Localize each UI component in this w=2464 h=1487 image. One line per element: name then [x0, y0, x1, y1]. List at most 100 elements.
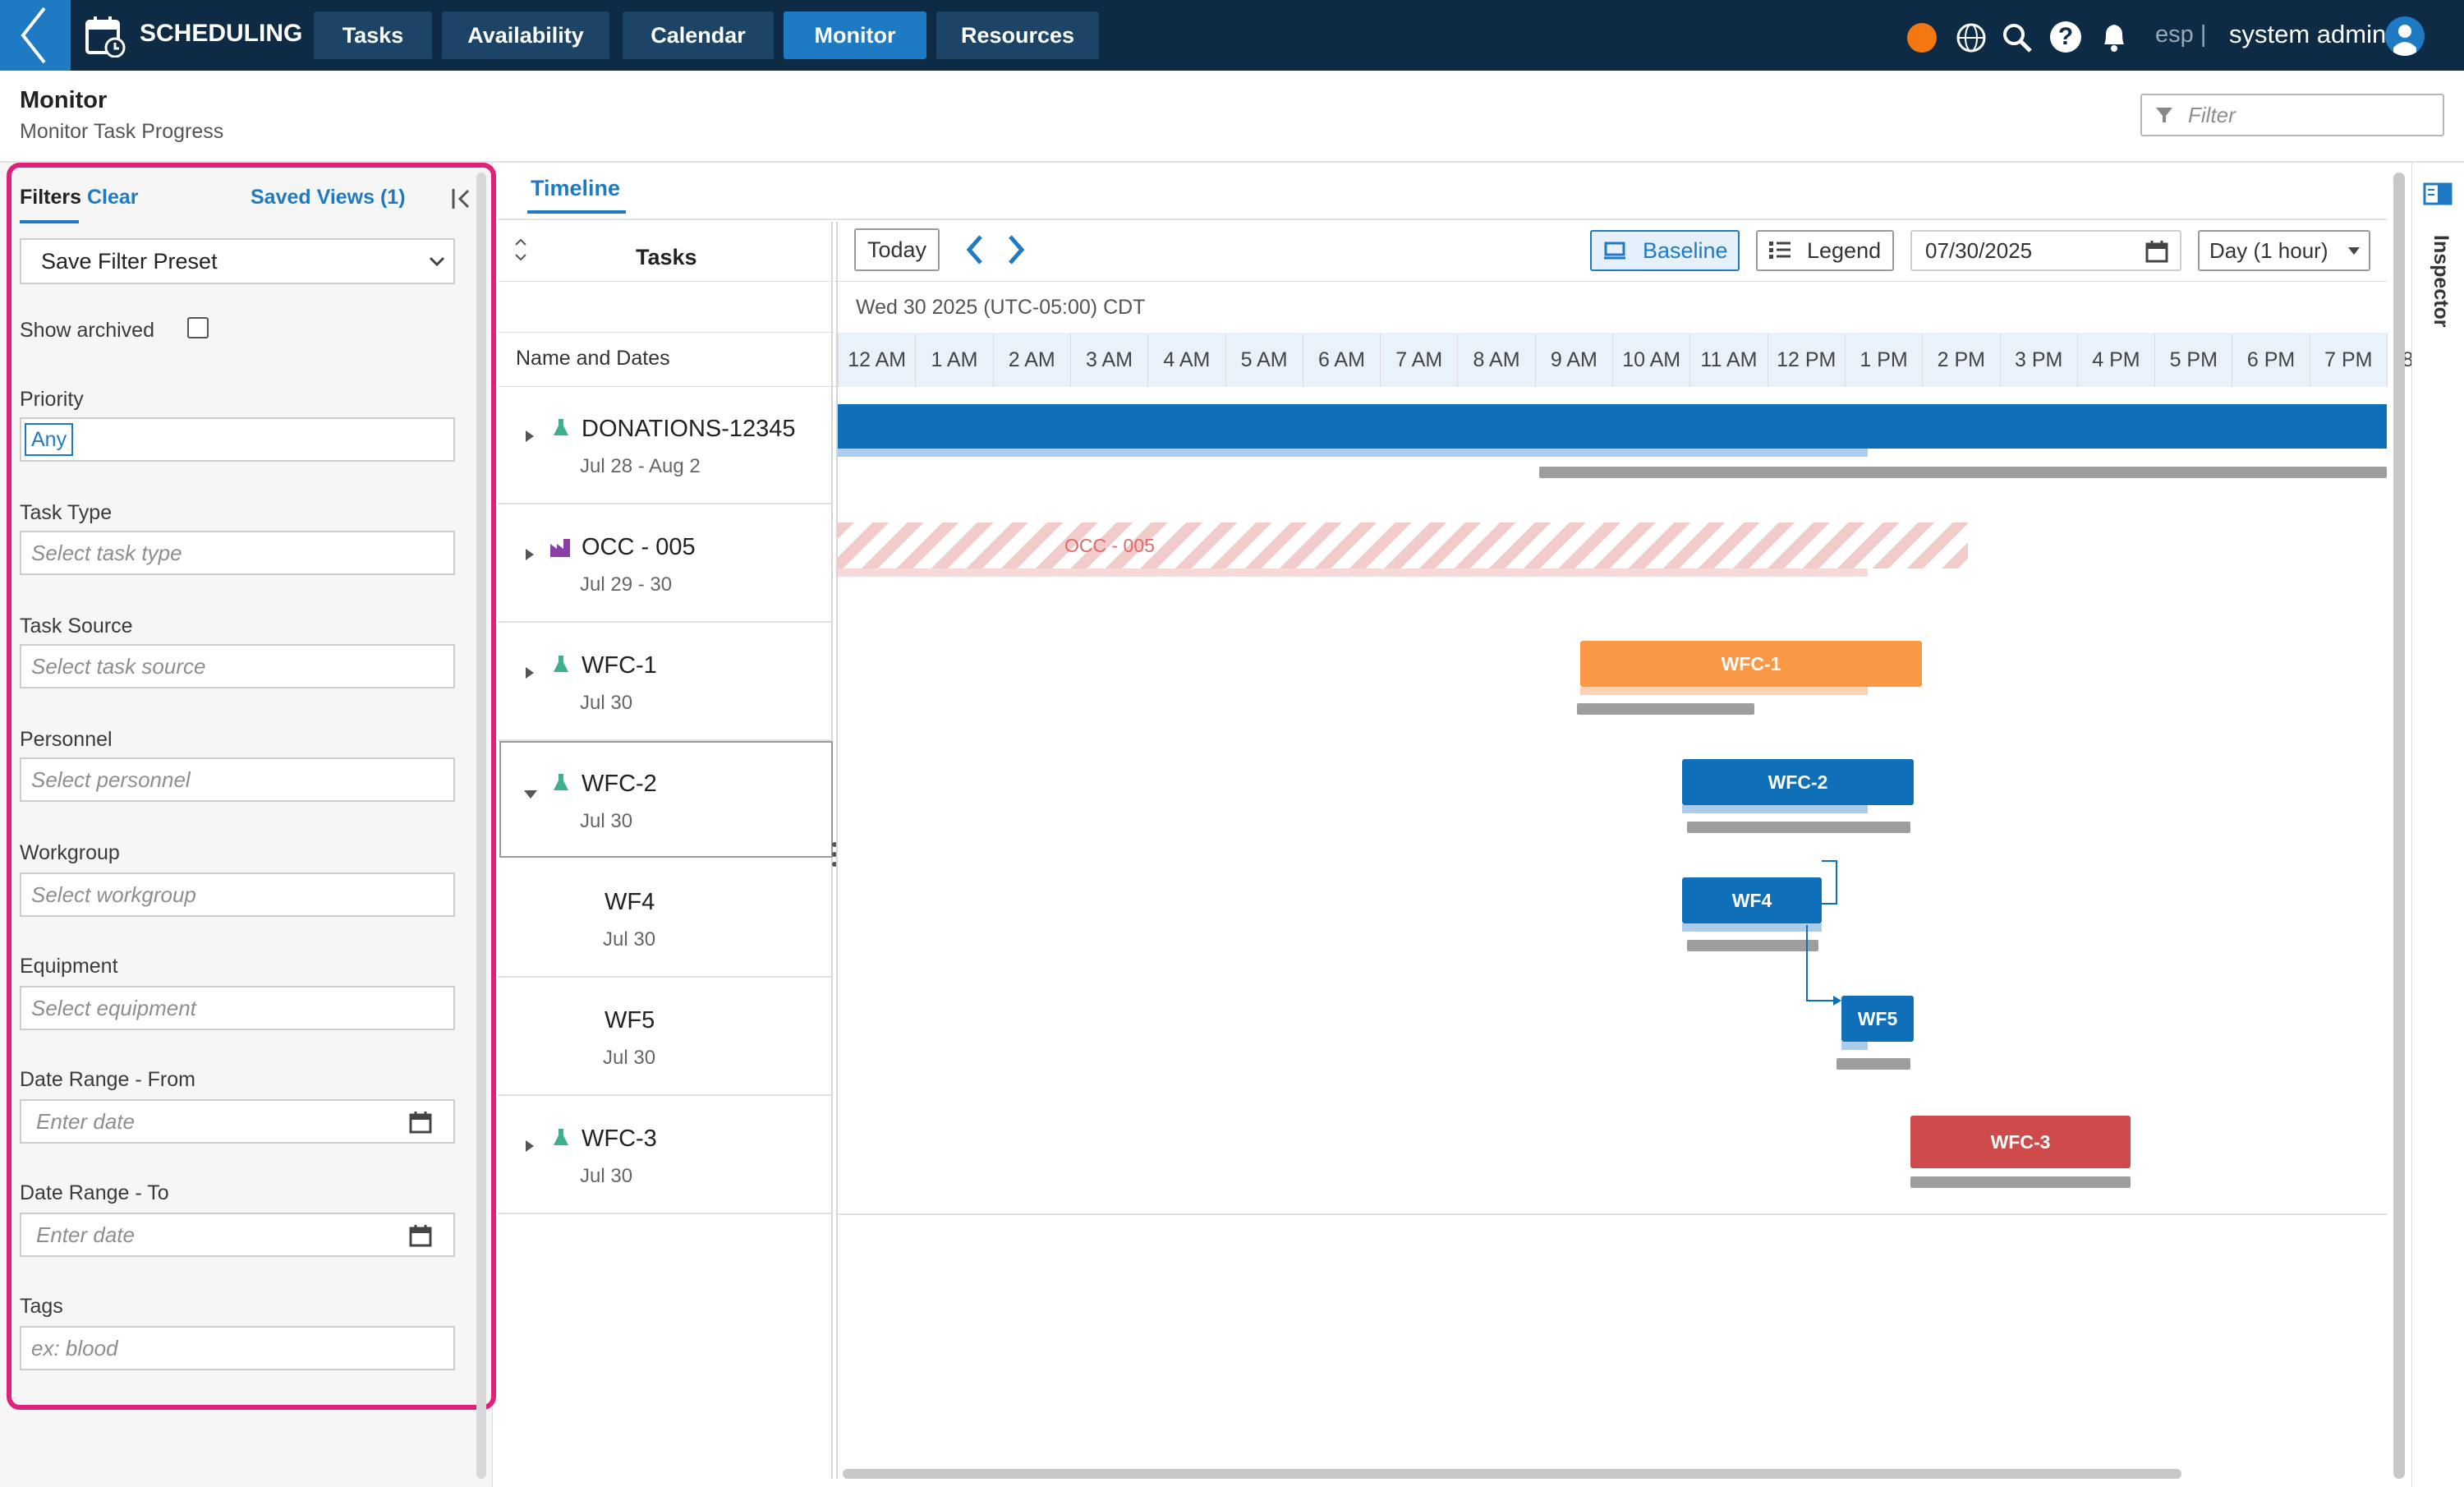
filter-panel-scrollbar[interactable]: [476, 173, 486, 1479]
gantt-bar-occ[interactable]: OCC - 005: [838, 523, 1968, 569]
gantt-bar-wf4[interactable]: WF4: [1682, 877, 1822, 923]
expand-caret-icon[interactable]: [524, 665, 536, 680]
tags-label: Tags: [20, 1295, 63, 1318]
flask-icon: [554, 656, 568, 672]
previous-arrow-icon[interactable]: [964, 233, 986, 266]
row-dates: Jul 30: [580, 692, 633, 714]
collapse-panel-icon[interactable]: [450, 187, 473, 210]
expand-caret-icon[interactable]: [524, 429, 536, 444]
show-archived-checkbox[interactable]: [187, 317, 209, 338]
equipment-field[interactable]: Select equipment: [20, 986, 455, 1030]
language-selector[interactable]: esp |: [2155, 21, 2206, 48]
table-row[interactable]: [498, 1096, 833, 1214]
nav-monitor[interactable]: Monitor: [784, 12, 926, 59]
show-archived-label: Show archived: [20, 319, 154, 342]
gantt-bar-wfc1[interactable]: WFC-1: [1580, 641, 1922, 687]
vertical-scrollbar[interactable]: [2393, 173, 2405, 1479]
page-filter-input[interactable]: Filter: [2140, 94, 2444, 136]
workgroup-placeholder: Select workgroup: [31, 882, 196, 907]
nav-resources[interactable]: Resources: [936, 12, 1099, 59]
table-row[interactable]: [498, 978, 833, 1096]
workgroup-field[interactable]: Select workgroup: [20, 872, 455, 917]
date-picker[interactable]: 07/30/2025: [1910, 230, 2181, 271]
saved-views-link[interactable]: Saved Views (1): [251, 186, 406, 209]
date-from-placeholder: Enter date: [36, 1108, 135, 1134]
equipment-placeholder: Select equipment: [31, 995, 196, 1020]
personnel-field[interactable]: Select personnel: [20, 757, 455, 802]
nav-availability[interactable]: Availability: [442, 12, 609, 59]
priority-field[interactable]: Any: [20, 417, 455, 462]
name-dates-header: Name and Dates: [516, 347, 670, 370]
horizontal-scrollbar[interactable]: [843, 1469, 2181, 1479]
chevron-left-icon: [21, 7, 46, 64]
help-icon[interactable]: ?: [2050, 21, 2081, 53]
sort-icon[interactable]: [513, 237, 529, 263]
calendar-icon[interactable]: [409, 1224, 432, 1247]
task-type-field[interactable]: Select task type: [20, 531, 455, 575]
row-dates: Jul 30: [603, 1047, 656, 1069]
globe-icon[interactable]: [1955, 21, 1988, 54]
inspector-panel-icon[interactable]: [2423, 182, 2453, 205]
gantt-bar-donations[interactable]: [838, 404, 2387, 449]
row-dates: Jul 30: [603, 928, 656, 951]
calendar-icon[interactable]: [2145, 240, 2168, 263]
expand-caret-icon[interactable]: [524, 1139, 536, 1153]
table-row[interactable]: [498, 504, 833, 623]
tab-filters[interactable]: Filters: [20, 186, 81, 209]
gantt-progress-wfc2: [1682, 805, 1868, 813]
back-button[interactable]: [0, 0, 71, 71]
personnel-label: Personnel: [20, 728, 113, 751]
table-row-selected[interactable]: [499, 741, 833, 858]
preset-select[interactable]: Save Filter Preset: [20, 238, 455, 284]
gantt-bar-wf5[interactable]: WF5: [1841, 996, 1914, 1042]
collapse-caret-icon[interactable]: [522, 789, 539, 800]
gantt-bar-wfc3[interactable]: WFC-3: [1910, 1116, 2131, 1168]
hour-label: 10 AM: [1612, 333, 1689, 387]
gantt-bar-wfc2[interactable]: WFC-2: [1682, 759, 1914, 805]
priority-chip[interactable]: Any: [25, 423, 74, 456]
factory-icon: [550, 539, 570, 557]
timeline-tab[interactable]: Timeline: [531, 176, 620, 201]
gantt-baseline-wfc3: [1910, 1176, 2131, 1188]
gantt-progress-wf4: [1682, 923, 1822, 932]
row-name: WFC-1: [582, 652, 657, 679]
nav-calendar[interactable]: Calendar: [623, 12, 774, 59]
table-row[interactable]: [498, 859, 833, 978]
calendar-icon[interactable]: [409, 1111, 432, 1134]
hour-label: 1 PM: [1844, 333, 1922, 387]
zoom-select[interactable]: Day (1 hour): [2198, 230, 2370, 271]
personnel-placeholder: Select personnel: [31, 767, 191, 792]
hour-label: 2 AM: [992, 333, 1070, 387]
user-name[interactable]: system admin: [2229, 20, 2386, 49]
tags-field[interactable]: ex: blood: [20, 1326, 455, 1370]
hour-label: 3 PM: [1999, 333, 2077, 387]
bell-icon[interactable]: [2098, 20, 2131, 54]
legend-button[interactable]: Legend: [1756, 230, 1894, 271]
nav-tasks[interactable]: Tasks: [314, 12, 432, 59]
tabs-divider: [498, 219, 2387, 220]
hour-label: 5 AM: [1225, 333, 1303, 387]
avatar[interactable]: [2385, 16, 2425, 56]
today-button[interactable]: Today: [854, 228, 940, 271]
workgroup-label: Workgroup: [20, 841, 120, 864]
clear-link[interactable]: Clear: [87, 186, 139, 209]
dependency-connector: [1806, 860, 1841, 1006]
flask-icon: [554, 774, 568, 790]
date-from-field[interactable]: Enter date: [20, 1099, 455, 1144]
next-arrow-icon[interactable]: [1005, 233, 1027, 266]
task-source-field[interactable]: Select task source: [20, 644, 455, 688]
table-row[interactable]: [498, 623, 833, 741]
preset-select-value: Save Filter Preset: [41, 248, 218, 274]
expand-caret-icon[interactable]: [524, 547, 536, 562]
inspector-tab[interactable]: Inspector: [2421, 235, 2454, 350]
legend-label: Legend: [1807, 237, 1882, 263]
table-row[interactable]: [498, 386, 833, 504]
search-icon[interactable]: [2001, 21, 2034, 54]
gantt-date-header: Wed 30 2025 (UTC-05:00) CDT: [856, 296, 1146, 319]
hour-label: 12 PM: [1767, 333, 1845, 387]
gantt-progress-wfc1: [1580, 687, 1868, 695]
date-to-field[interactable]: Enter date: [20, 1213, 455, 1257]
status-dot-icon[interactable]: [1907, 23, 1937, 53]
scheduling-calendar-icon: [84, 15, 126, 58]
baseline-toggle[interactable]: Baseline: [1590, 230, 1740, 271]
